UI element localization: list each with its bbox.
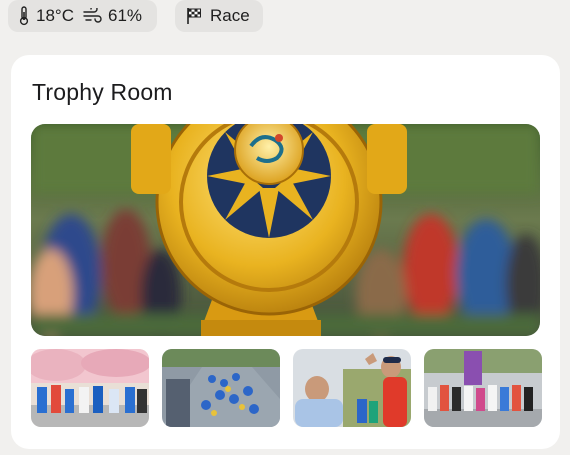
- wind-icon: [82, 8, 102, 24]
- thumbnail-high-five-spectator[interactable]: [293, 349, 411, 427]
- humidity-value: 61%: [107, 6, 143, 25]
- temperature-value: 18°C: [36, 6, 74, 25]
- trophy-room-card: Trophy Room: [11, 55, 560, 449]
- checkered-flag-icon: [186, 7, 202, 25]
- thumbnail-crowd-street-race[interactable]: [162, 349, 280, 427]
- weather-chip[interactable]: 18°C 61%: [8, 0, 157, 32]
- race-label: Race: [210, 6, 250, 25]
- card-title: Trophy Room: [32, 79, 173, 105]
- thermometer-icon: [18, 6, 30, 26]
- trophy-medal-photo[interactable]: [31, 124, 540, 336]
- thumbnail-runners-finish-banner[interactable]: [424, 349, 542, 427]
- race-chip[interactable]: Race: [175, 0, 263, 32]
- thumbnail-runners-cherry-blossom[interactable]: [31, 349, 149, 427]
